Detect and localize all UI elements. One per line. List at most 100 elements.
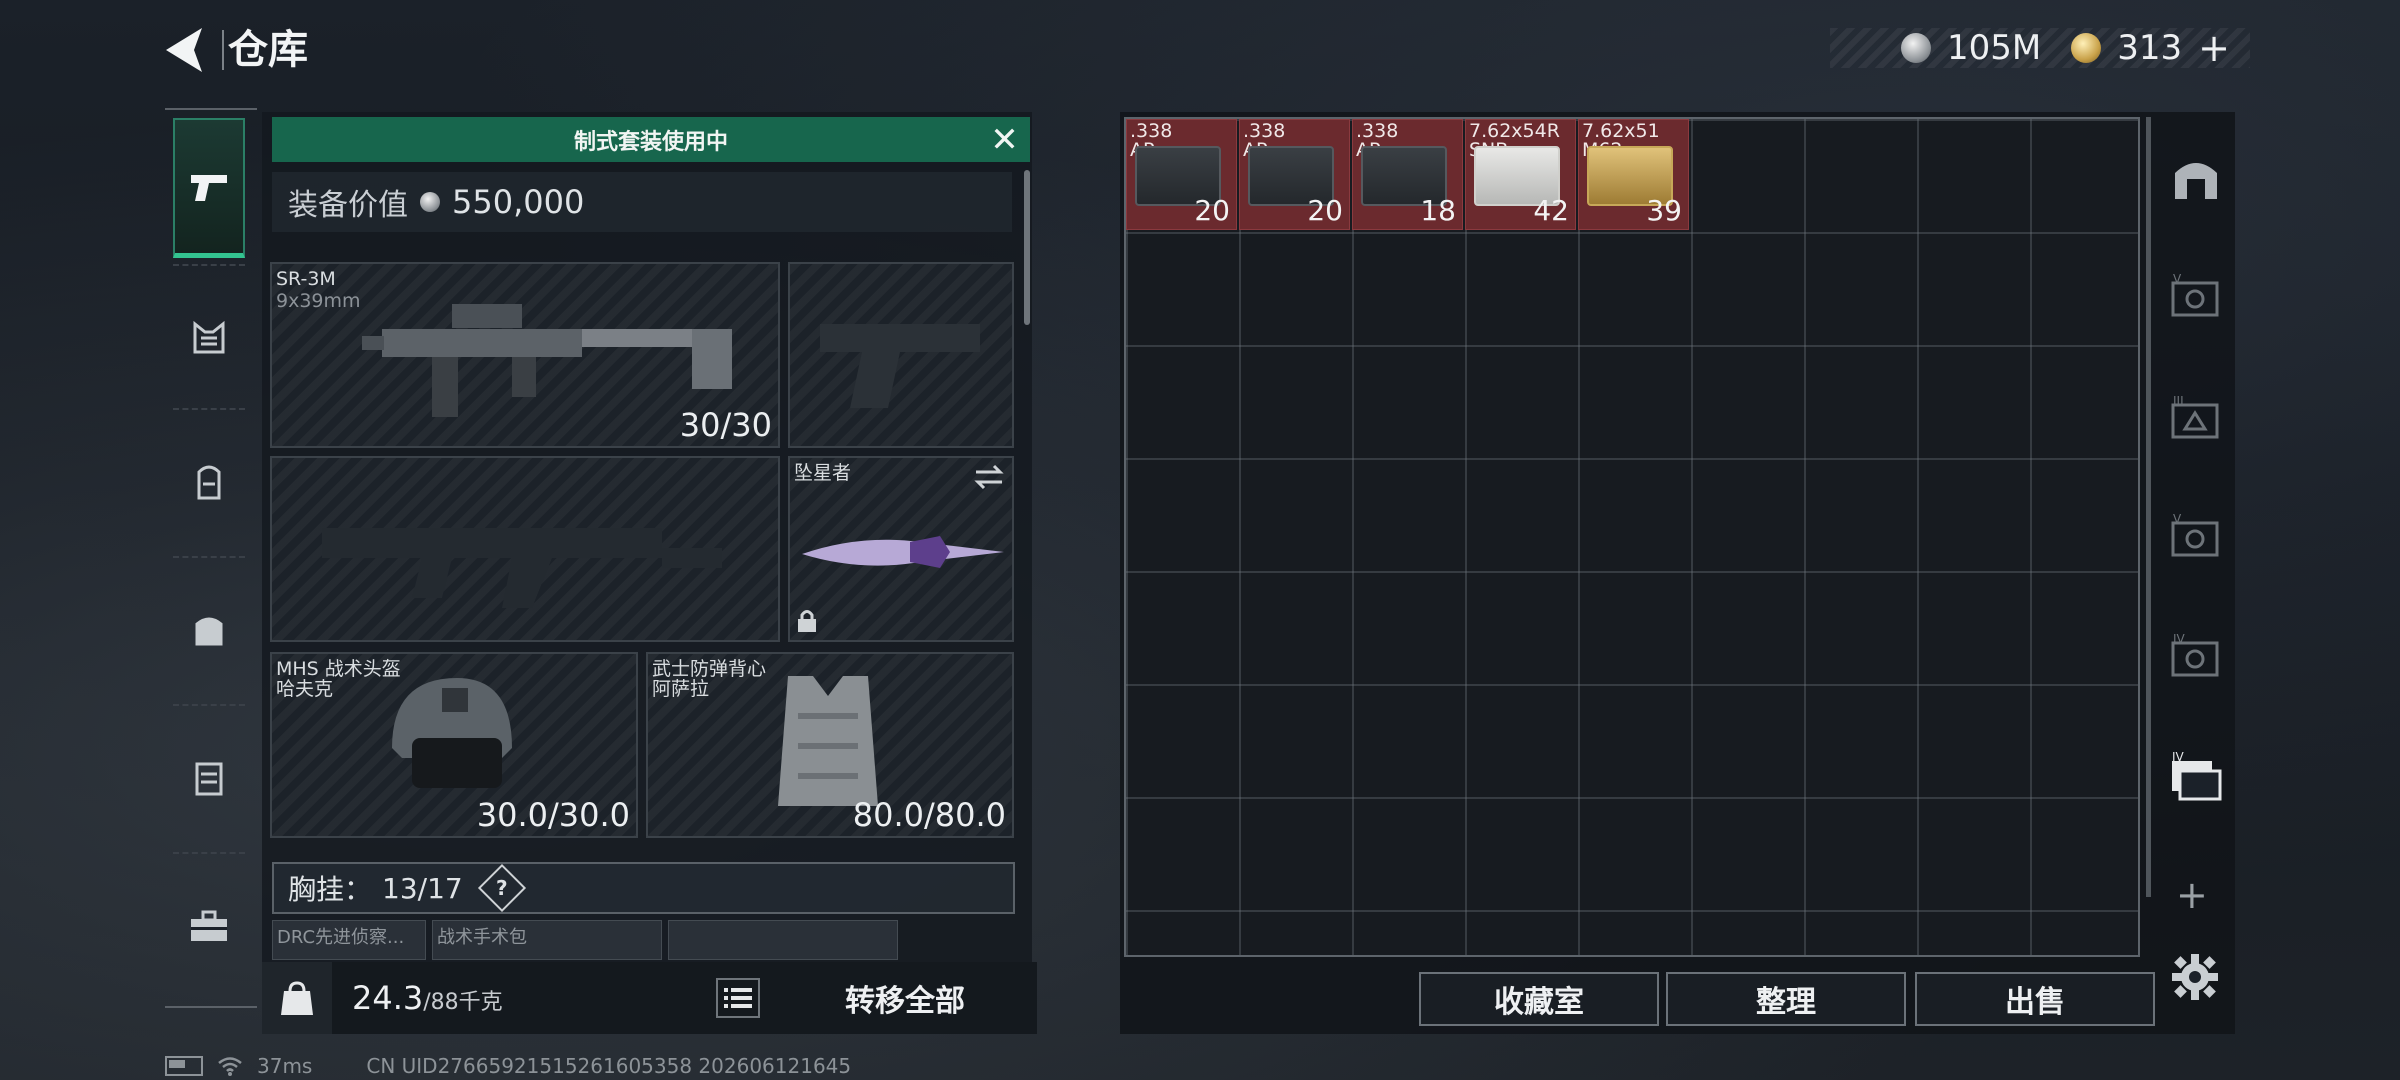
category-pouch[interactable] <box>173 560 245 700</box>
chest-rig-icon <box>193 320 225 354</box>
case-tab-active[interactable]: IV <box>2168 748 2224 804</box>
weight-max: /88千克 <box>423 990 503 1015</box>
equipment-value: 550,000 <box>452 183 585 221</box>
helmet-durability: 30.0/30.0 <box>476 796 630 834</box>
melee-name: 坠星者 <box>794 462 852 484</box>
category-backpack[interactable] <box>173 412 245 552</box>
loadout-banner: 制式套装使用中 <box>272 117 1030 162</box>
primary-weapon-slot[interactable]: SR-3M 9x39mm 30/30 <box>270 262 780 448</box>
armor-durability: 80.0/80.0 <box>852 796 1006 834</box>
chest-rig-mini-slot[interactable] <box>668 920 898 960</box>
armor-brand: 阿萨拉 <box>652 678 710 700</box>
toolbox-icon <box>191 910 227 941</box>
sell-button[interactable]: 出售 <box>1915 972 2155 1026</box>
item-count: 20 <box>1307 194 1343 227</box>
list-icon <box>724 988 752 1008</box>
armor-slot[interactable]: 武士防弹背心 阿萨拉 80.0/80.0 <box>646 652 1014 838</box>
case-iii-icon: III <box>2171 395 2219 439</box>
svg-text:IV: IV <box>2172 751 2185 764</box>
pouch-icon <box>195 617 223 646</box>
backpack-icon <box>197 465 221 500</box>
silver-coin-icon <box>1901 33 1932 63</box>
silver-amount: 105M <box>1947 28 2042 68</box>
storage-item[interactable]: .338AP 18 <box>1352 119 1463 230</box>
add-gold-button[interactable]: + <box>2198 26 2230 70</box>
equipment-value-label: 装备价值 <box>288 188 408 223</box>
item-count: 18 <box>1420 194 1456 227</box>
armor-vest-image <box>778 676 878 806</box>
list-view-button[interactable] <box>716 978 760 1018</box>
weapon-ammo: 30/30 <box>679 406 772 444</box>
svg-text:IV: IV <box>2173 633 2186 646</box>
weapon-caliber: 9x39mm <box>276 290 361 312</box>
loadout-scrollbar[interactable] <box>1024 170 1030 325</box>
storage-item[interactable]: .338AP 20 <box>1239 119 1350 230</box>
back-button[interactable] <box>160 22 220 78</box>
weight-icon <box>262 962 332 1034</box>
armor-name: 武士防弹背心 <box>652 658 767 680</box>
category-case[interactable] <box>173 708 245 848</box>
case-tab[interactable]: IV <box>2168 628 2224 684</box>
case-v-icon: V <box>2171 513 2219 557</box>
chest-rig-mini-slot[interactable]: DRC先进侦察... <box>272 920 426 960</box>
settings-button[interactable] <box>2170 952 2220 1002</box>
collection-room-button[interactable]: 收藏室 <box>1419 972 1659 1026</box>
ping-value: 37ms <box>257 1054 313 1078</box>
lock-icon <box>798 610 816 632</box>
chest-rig-mini-slot[interactable]: 战术手术包 <box>432 920 662 960</box>
transfer-all-button[interactable]: 转移全部 <box>790 970 1020 1026</box>
sort-button[interactable]: 整理 <box>1666 972 1906 1026</box>
rifle-image <box>362 304 732 417</box>
uid-text: CN UID276659215152616053​58 202606121645 <box>366 1054 852 1078</box>
item-count: 42 <box>1533 194 1569 227</box>
battery-icon <box>165 1056 203 1076</box>
weapon-name: SR-3M <box>276 268 336 290</box>
vault-tab[interactable] <box>2168 150 2224 206</box>
chest-rig-capacity: 13/17 <box>382 871 463 905</box>
pistol-icon <box>191 174 227 201</box>
back-arrow-icon <box>166 28 202 72</box>
category-toolbox[interactable] <box>173 856 245 996</box>
weight-readout: 24.3/88千克 <box>352 979 503 1017</box>
case-tab[interactable]: V <box>2168 268 2224 324</box>
category-weapons[interactable] <box>173 118 245 258</box>
storage-item[interactable]: 7.62x54RSNB 42 <box>1465 119 1576 230</box>
item-count: 39 <box>1646 194 1682 227</box>
weight-current: 24.3 <box>352 979 424 1017</box>
equipment-value-row: 装备价值 550,000 <box>272 172 1012 232</box>
case-iv-icon: IV <box>2171 633 2219 677</box>
currency-bar: 105M 313 + <box>1830 26 2250 70</box>
case-v-icon: V <box>2171 273 2219 317</box>
storage-item[interactable]: 7.62x51M62 39 <box>1578 119 1689 230</box>
case-tab[interactable]: III <box>2168 390 2224 446</box>
vault-icon <box>2175 163 2217 199</box>
case-iv-active-icon: IV <box>2172 751 2222 801</box>
silver-coin-icon <box>420 192 440 212</box>
chest-rig-row[interactable]: 胸挂： 13/17 ? <box>272 862 1015 914</box>
knife-image <box>802 536 1004 568</box>
melee-slot[interactable]: 坠星者 <box>788 456 1014 642</box>
gold-amount: 313 <box>2117 28 2183 68</box>
rifle-silhouette-icon <box>322 528 722 608</box>
helmet-image <box>392 678 512 788</box>
secondary-weapon-slot[interactable] <box>270 456 780 642</box>
status-line: 37ms CN UID276659215152616053​58 2026061… <box>165 1054 851 1078</box>
pistol-slot[interactable] <box>788 262 1014 448</box>
pistol-silhouette-icon <box>820 324 980 408</box>
item-count: 20 <box>1194 194 1230 227</box>
banner-close-button[interactable]: ✕ <box>982 117 1027 162</box>
close-icon: ✕ <box>990 119 1019 160</box>
category-chest-rig[interactable] <box>173 268 245 408</box>
helmet-brand: 哈夫克 <box>276 678 334 700</box>
add-case-button[interactable]: + <box>2176 873 2208 917</box>
storage-grid[interactable] <box>1124 117 2140 957</box>
page-title: 仓库 <box>228 27 308 73</box>
storage-scrollbar[interactable] <box>2146 117 2151 897</box>
help-icon[interactable]: ? <box>477 863 526 913</box>
storage-item[interactable]: .338AP 20 <box>1126 119 1237 230</box>
case-icon <box>195 762 223 796</box>
swap-icon[interactable] <box>974 464 1004 490</box>
case-tab[interactable]: V <box>2168 508 2224 564</box>
helmet-slot[interactable]: MHS 战术头盔 哈夫克 30.0/30.0 <box>270 652 638 838</box>
svg-text:III: III <box>2173 395 2184 408</box>
